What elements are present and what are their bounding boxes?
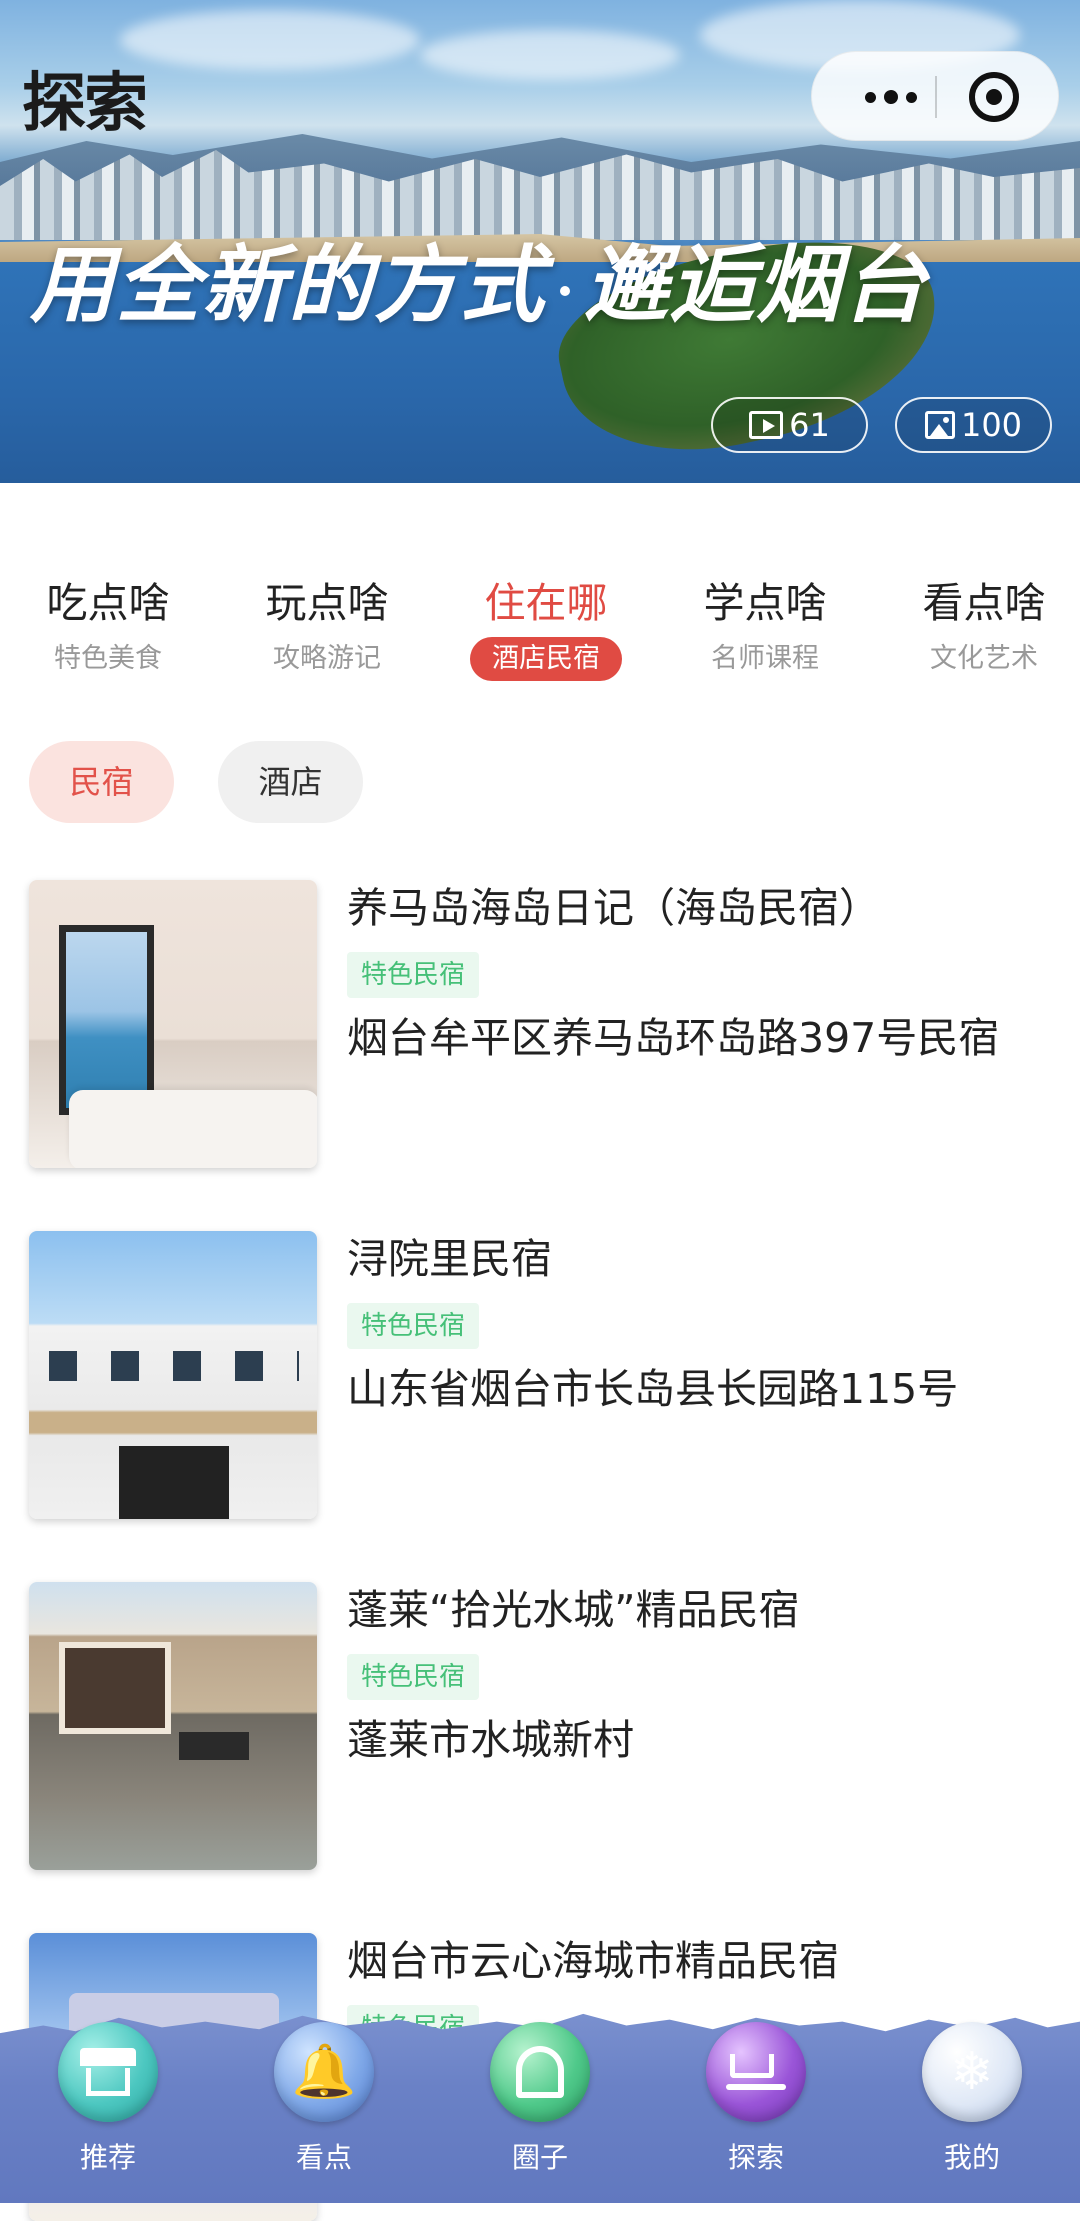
store-icon: [80, 2048, 136, 2096]
listing-address: 烟台牟平区养马岛环岛路397号民宿: [347, 1014, 1000, 1062]
video-count: 61: [789, 406, 830, 444]
nav-label: 探索: [727, 2141, 784, 2174]
tab-stay[interactable]: 住在哪 酒店民宿: [446, 575, 646, 681]
nav-label: 推荐: [79, 2141, 136, 2174]
listing-tag: 特色民宿: [347, 1654, 480, 1700]
tab-learn[interactable]: 学点啥 名师课程: [665, 575, 865, 681]
tab-food[interactable]: 吃点啥 特色美食: [8, 575, 208, 681]
nav-label: 看点: [295, 2141, 352, 2174]
tab-watch[interactable]: 看点啥 文化艺术: [884, 575, 1080, 681]
tab-subtitle: 名师课程: [711, 643, 819, 674]
listing-thumbnail: [29, 880, 317, 1168]
listing-item[interactable]: 浔院里民宿 特色民宿 山东省烟台市长岛县长园路115号: [29, 1231, 1059, 1519]
listing-thumbnail: [29, 1582, 317, 1870]
snowflake-icon: ❄: [950, 2042, 994, 2102]
nav-label: 我的: [943, 2141, 1000, 2174]
tab-title: 住在哪: [484, 579, 608, 627]
slogan-right: 邂逅烟台: [584, 236, 929, 334]
listing-item[interactable]: 蓬莱“拾光水城”精品民宿 特色民宿 蓬莱市水城新村: [29, 1582, 1059, 1870]
tab-subtitle: 酒店民宿: [470, 637, 622, 681]
tab-play[interactable]: 玩点啥 攻略游记: [227, 575, 427, 681]
recommend-bubble: [58, 2022, 158, 2122]
tab-subtitle: 攻略游记: [273, 643, 381, 674]
listing-tag: 特色民宿: [347, 952, 480, 998]
nav-recommend[interactable]: 推荐: [38, 2022, 178, 2176]
listing-name: 养马岛海岛日记（海岛民宿）: [347, 884, 880, 932]
explore-bubble: [706, 2022, 806, 2122]
miniprogram-capsule: [811, 51, 1059, 141]
nav-sights[interactable]: 🔔 看点: [254, 2022, 394, 2176]
close-miniprogram-icon[interactable]: [969, 72, 1019, 122]
bell-icon: 🔔: [291, 2042, 357, 2102]
tab-subtitle: 文化艺术: [930, 643, 1038, 674]
nav-label: 圈子: [511, 2141, 568, 2174]
photo-count: 100: [960, 406, 1023, 444]
banner-slogan: 用全新的方式 邂逅烟台: [30, 218, 928, 339]
photo-icon: [924, 411, 955, 439]
video-count-button[interactable]: 61: [711, 397, 868, 453]
nav-mine[interactable]: ❄ 我的: [902, 2022, 1042, 2176]
page-title: 探索: [22, 66, 148, 141]
filter-chip-homestay[interactable]: 民宿: [29, 741, 174, 823]
listing-address: 山东省烟台市长岛县长园路115号: [347, 1365, 959, 1413]
video-icon: [749, 411, 784, 439]
frame-icon: [516, 2046, 564, 2098]
slogan-left: 用全新的方式: [30, 236, 547, 334]
category-tabs: 吃点啥 特色美食 玩点啥 攻略游记 住在哪 酒店民宿 学点啥 名师课程 看点啥 …: [0, 575, 1080, 685]
listing-address: 蓬莱市水城新村: [347, 1716, 634, 1764]
sights-bubble: 🔔: [274, 2022, 374, 2122]
listing-thumbnail: [29, 1231, 317, 1519]
nav-circle[interactable]: 圈子: [470, 2022, 610, 2176]
nav-explore[interactable]: 探索: [686, 2022, 826, 2176]
listing-name: 浔院里民宿: [347, 1235, 552, 1283]
circle-bubble: [490, 2022, 590, 2122]
tab-title: 吃点啥: [46, 579, 170, 627]
tab-subtitle: 特色美食: [54, 643, 162, 674]
filter-chip-hotel[interactable]: 酒店: [218, 741, 363, 823]
listing-name: 蓬莱“拾光水城”精品民宿: [347, 1586, 800, 1634]
tab-title: 玩点啥: [265, 579, 389, 627]
listing-tag: 特色民宿: [347, 1303, 480, 1349]
listing-item[interactable]: 养马岛海岛日记（海岛民宿） 特色民宿 烟台牟平区养马岛环岛路397号民宿: [29, 880, 1059, 1168]
capsule-divider: [935, 76, 937, 118]
mine-bubble: ❄: [922, 2022, 1022, 2122]
more-options-icon[interactable]: [846, 52, 936, 142]
tab-title: 看点啥: [922, 579, 1046, 627]
photo-count-button[interactable]: 100: [895, 397, 1052, 453]
listing-name: 烟台市云心海城市精品民宿: [347, 1937, 839, 1985]
sled-icon: [726, 2054, 786, 2090]
tab-title: 学点啥: [703, 579, 827, 627]
